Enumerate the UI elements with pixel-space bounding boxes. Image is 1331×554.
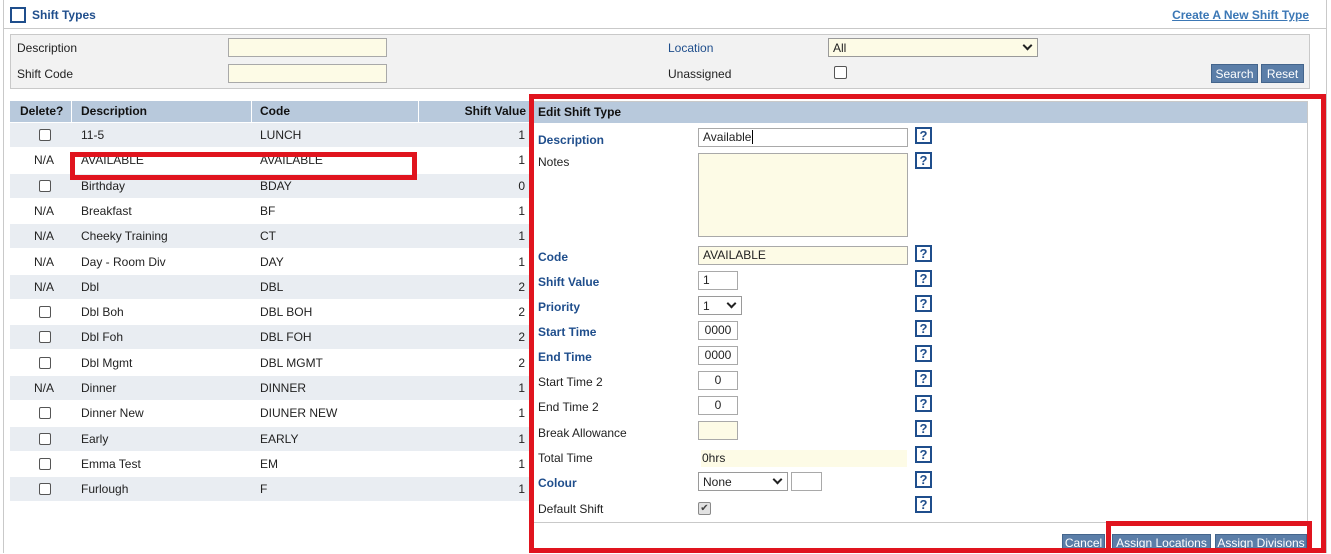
chevron-down-icon bbox=[1022, 40, 1033, 51]
page-title: Shift Types bbox=[10, 6, 96, 24]
delete-checkbox[interactable] bbox=[39, 483, 51, 496]
row-code: DINNER bbox=[260, 381, 307, 395]
delete-na-text: N/A bbox=[34, 279, 55, 294]
row-code: BF bbox=[260, 203, 276, 218]
title-square-icon bbox=[10, 7, 26, 23]
table-row[interactable]: Dbl Foh DBL FOH 2 bbox=[10, 324, 530, 350]
row-description[interactable]: Dbl bbox=[81, 275, 99, 300]
row-description[interactable]: Dbl Boh bbox=[81, 300, 124, 325]
table-row[interactable]: N/A Breakfast BF 1 bbox=[10, 197, 530, 224]
table-row[interactable]: N/A Cheeky Training CT 1 bbox=[10, 223, 530, 249]
col-delete: Delete? bbox=[20, 104, 64, 118]
available-row-highlight bbox=[70, 152, 417, 180]
row-shift-value: 2 bbox=[518, 305, 525, 320]
edit-panel-highlight bbox=[529, 94, 1326, 553]
table-row[interactable]: N/A Dinner DINNER 1 bbox=[10, 375, 530, 400]
delete-checkbox[interactable] bbox=[39, 356, 51, 369]
table-row[interactable]: Dbl Mgmt DBL MGMT 2 bbox=[10, 349, 530, 376]
page-title-text: Shift Types bbox=[32, 8, 96, 22]
unassigned-checkbox[interactable] bbox=[834, 66, 847, 79]
row-shift-value: 1 bbox=[518, 128, 525, 142]
delete-na-text: N/A bbox=[34, 153, 55, 168]
row-description[interactable]: Furlough bbox=[81, 477, 128, 502]
col-separator bbox=[71, 101, 72, 122]
delete-checkbox[interactable] bbox=[39, 407, 51, 420]
row-code: EM bbox=[260, 456, 278, 471]
table-row[interactable]: Emma Test EM 1 bbox=[10, 450, 530, 477]
col-separator bbox=[251, 101, 252, 122]
row-shift-value: 1 bbox=[518, 254, 525, 269]
table-row[interactable]: Furlough F 1 bbox=[10, 476, 530, 502]
delete-na-text: N/A bbox=[34, 381, 55, 395]
row-description[interactable]: Breakfast bbox=[81, 199, 132, 224]
row-shift-value: 1 bbox=[518, 406, 525, 421]
search-button[interactable]: Search bbox=[1211, 64, 1258, 83]
location-select[interactable]: All bbox=[828, 38, 1038, 57]
delete-checkbox[interactable] bbox=[39, 331, 51, 344]
delete-na-text: N/A bbox=[34, 254, 55, 269]
search-location-label: Location bbox=[668, 41, 714, 55]
row-code: EARLY bbox=[260, 431, 299, 446]
col-separator bbox=[418, 101, 419, 122]
row-shift-value: 2 bbox=[518, 279, 525, 294]
reset-button[interactable]: Reset bbox=[1261, 64, 1304, 83]
delete-checkbox[interactable] bbox=[39, 179, 51, 192]
row-description[interactable]: Dinner New bbox=[81, 401, 144, 426]
delete-na-text: N/A bbox=[34, 229, 55, 244]
col-description: Description bbox=[81, 104, 148, 118]
row-shift-value: 1 bbox=[518, 153, 525, 168]
assign-buttons-highlight bbox=[1106, 521, 1312, 553]
row-code: CT bbox=[260, 229, 276, 244]
row-shift-value: 1 bbox=[518, 229, 525, 244]
col-shift-value: Shift Value bbox=[464, 104, 526, 118]
row-code: DBL bbox=[260, 279, 284, 294]
row-description[interactable]: Early bbox=[81, 427, 108, 452]
delete-checkbox[interactable] bbox=[39, 129, 51, 141]
row-description[interactable]: Dinner bbox=[81, 376, 116, 401]
row-shift-value: 1 bbox=[518, 456, 525, 471]
row-shift-value: 1 bbox=[518, 431, 525, 446]
table-row[interactable]: N/A Day - Room Div DAY 1 bbox=[10, 248, 530, 275]
row-shift-value: 1 bbox=[518, 482, 525, 497]
row-description[interactable]: 11-5 bbox=[81, 123, 104, 148]
row-description[interactable]: Cheeky Training bbox=[81, 224, 168, 249]
search-panel: Description Shift Code Location All Unas… bbox=[10, 34, 1310, 89]
row-description[interactable]: Dbl Mgmt bbox=[81, 351, 132, 376]
table-row[interactable]: 11-5 LUNCH 1 bbox=[10, 122, 530, 147]
row-shift-value: 2 bbox=[518, 330, 525, 345]
row-code: LUNCH bbox=[260, 128, 302, 142]
table-row[interactable]: Early EARLY 1 bbox=[10, 425, 530, 452]
header-divider bbox=[4, 28, 1327, 29]
row-description[interactable]: Emma Test bbox=[81, 452, 141, 477]
row-shift-value: 0 bbox=[518, 178, 525, 193]
delete-na-text: N/A bbox=[34, 203, 55, 218]
search-description-label: Description bbox=[17, 41, 78, 55]
row-code: DAY bbox=[260, 254, 284, 269]
row-code: DBL FOH bbox=[260, 330, 312, 345]
table-row[interactable]: Dbl Boh DBL BOH 2 bbox=[10, 299, 530, 325]
search-description-input[interactable] bbox=[228, 38, 387, 57]
table-row[interactable]: N/A Dbl DBL 2 bbox=[10, 273, 530, 300]
table-row[interactable]: Dinner New DIUNER NEW 1 bbox=[10, 400, 530, 426]
table-header: Delete? Description Code Shift Value bbox=[10, 101, 530, 122]
row-shift-value: 2 bbox=[518, 355, 525, 370]
search-shift-code-input[interactable] bbox=[228, 64, 387, 83]
row-description[interactable]: Day - Room Div bbox=[81, 250, 166, 275]
delete-checkbox[interactable] bbox=[39, 432, 51, 445]
row-code: DBL MGMT bbox=[260, 355, 323, 370]
location-select-value: All bbox=[833, 40, 847, 55]
row-code: DBL BOH bbox=[260, 305, 313, 320]
row-shift-value: 1 bbox=[518, 381, 525, 395]
row-description[interactable]: Dbl Foh bbox=[81, 325, 123, 350]
row-code: DIUNER NEW bbox=[260, 406, 338, 421]
row-shift-value: 1 bbox=[518, 203, 525, 218]
delete-checkbox[interactable] bbox=[39, 306, 51, 319]
search-unassigned-label: Unassigned bbox=[668, 67, 732, 81]
delete-checkbox[interactable] bbox=[39, 457, 51, 470]
row-code: F bbox=[260, 482, 268, 497]
search-shift-code-label: Shift Code bbox=[17, 67, 74, 81]
create-new-shift-type-link[interactable]: Create A New Shift Type bbox=[1172, 8, 1309, 22]
col-code: Code bbox=[260, 104, 290, 118]
